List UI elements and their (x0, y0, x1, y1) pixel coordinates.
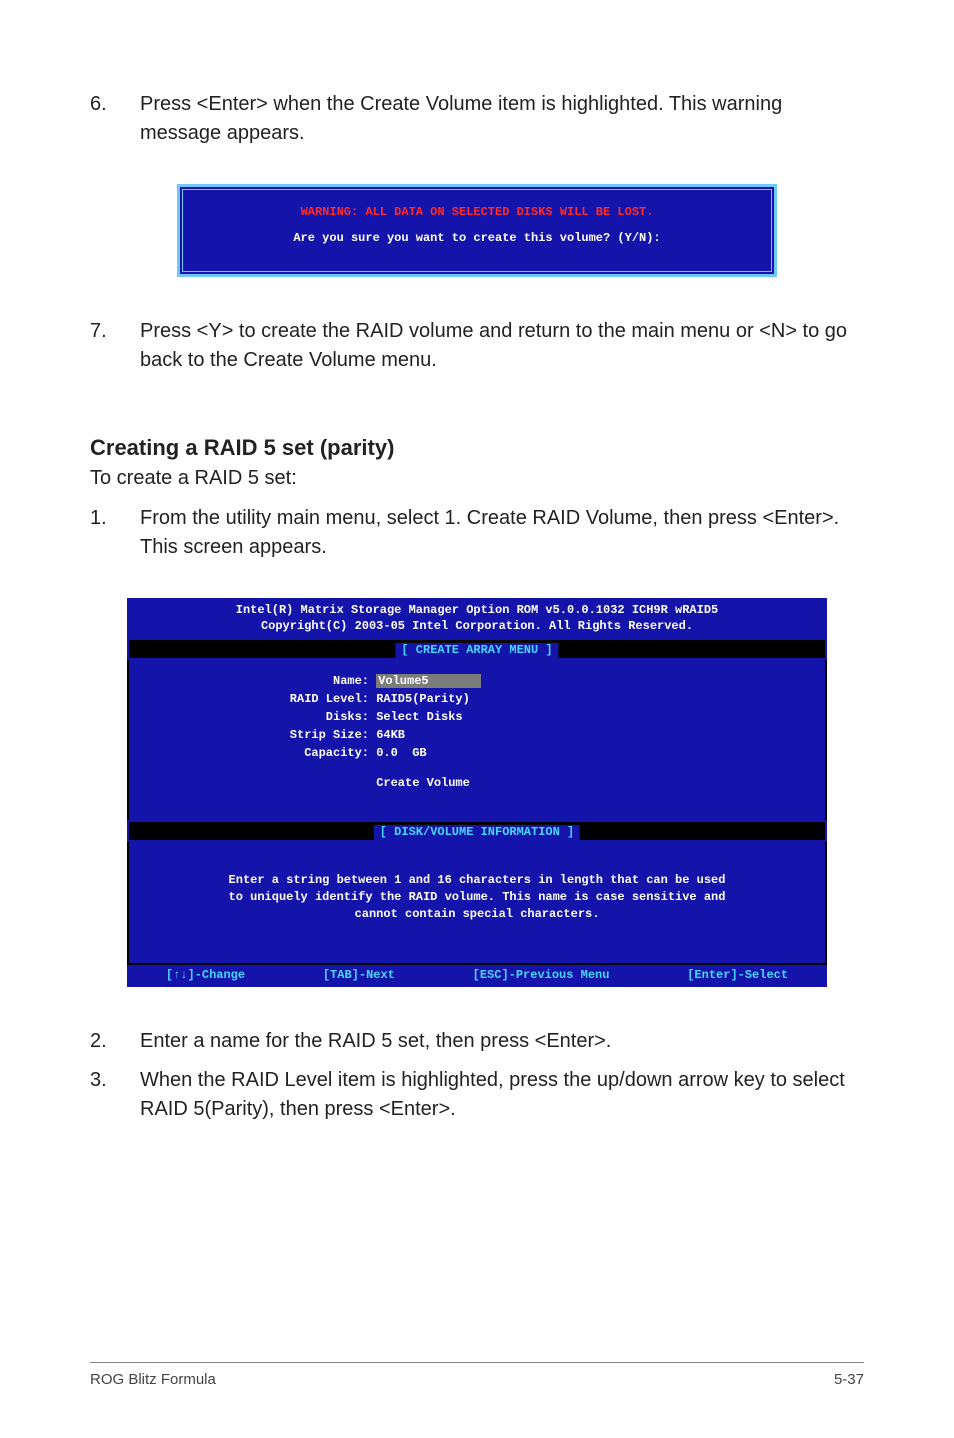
field-name-label: Name: (139, 672, 369, 690)
key-select: [Enter]-Select (687, 968, 788, 982)
field-capacity-row: Capacity: 0.0 GB (129, 744, 825, 762)
step-7-num: 7. (90, 317, 140, 375)
disk-volume-info-area: Enter a string between 1 and 16 characte… (127, 842, 827, 964)
page-footer: ROG Blitz Formula 5-37 (90, 1362, 864, 1388)
bios-header-line1: Intel(R) Matrix Storage Manager Option R… (133, 602, 821, 618)
step-7-text: Press <Y> to create the RAID volume and … (140, 317, 864, 375)
step-6-num: 6. (90, 90, 140, 148)
step-7: 7. Press <Y> to create the RAID volume a… (90, 317, 864, 375)
create-array-legend-text: [ CREATE ARRAY MENU ] (395, 643, 558, 658)
field-strip-size-row: Strip Size: 64KB (129, 726, 825, 744)
warning-confirm-text: Are you sure you want to create this vol… (195, 228, 759, 248)
field-capacity-label: Capacity: (139, 744, 369, 762)
create-array-form: Name: Volume5 RAID Level: RAID5(Parity) … (127, 660, 827, 820)
step-2-text: Enter a name for the RAID 5 set, then pr… (140, 1027, 864, 1056)
field-disks-row: Disks: Select Disks (129, 708, 825, 726)
step-3-text: When the RAID Level item is highlighted,… (140, 1066, 864, 1124)
disk-volume-legend-text: [ DISK/VOLUME INFORMATION ] (374, 825, 580, 840)
bios-create-array-screen: Intel(R) Matrix Storage Manager Option R… (127, 598, 827, 987)
step-3-num: 3. (90, 1066, 140, 1124)
step-2-num: 2. (90, 1027, 140, 1056)
field-strip-size-label: Strip Size: (139, 726, 369, 744)
footer-right: 5-37 (834, 1371, 864, 1388)
field-name-value[interactable]: Volume5 (376, 674, 481, 688)
bios-header-line2: Copyright(C) 2003-05 Intel Corporation. … (133, 618, 821, 634)
step-6: 6. Press <Enter> when the Create Volume … (90, 90, 864, 148)
section-subtitle: To create a RAID 5 set: (90, 467, 864, 490)
step-1-text: From the utility main menu, select 1. Cr… (140, 504, 864, 562)
disk-volume-legend-bar: [ DISK/VOLUME INFORMATION ] (127, 820, 827, 842)
field-disks-label: Disks: (139, 708, 369, 726)
step-6-text: Press <Enter> when the Create Volume ite… (140, 90, 864, 148)
step-2: 2. Enter a name for the RAID 5 set, then… (90, 1027, 864, 1056)
key-prev-menu: [ESC]-Previous Menu (473, 968, 610, 982)
field-strip-size-value[interactable]: 64KB (376, 728, 405, 742)
create-volume-row: Create Volume (129, 774, 825, 792)
footer-left: ROG Blitz Formula (90, 1371, 216, 1388)
step-1-num: 1. (90, 504, 140, 562)
field-raid-level-row: RAID Level: RAID5(Parity) (129, 690, 825, 708)
field-disks-value[interactable]: Select Disks (376, 710, 462, 724)
warning-lost-data-text: WARNING: ALL DATA ON SELECTED DISKS WILL… (195, 202, 759, 222)
info-line-2: to uniquely identify the RAID volume. Th… (147, 889, 807, 906)
info-line-3: cannot contain special characters. (147, 906, 807, 923)
field-capacity-value[interactable]: 0.0 GB (376, 746, 426, 760)
key-next: [TAB]-Next (323, 968, 395, 982)
bios-warning-inner: WARNING: ALL DATA ON SELECTED DISKS WILL… (182, 189, 772, 272)
section-title: Creating a RAID 5 set (parity) (90, 435, 864, 461)
key-hint-bar: [↑↓]-Change [TAB]-Next [ESC]-Previous Me… (127, 965, 827, 987)
field-raid-level-value[interactable]: RAID5(Parity) (376, 692, 470, 706)
create-volume-action[interactable]: Create Volume (376, 776, 470, 790)
bios-header: Intel(R) Matrix Storage Manager Option R… (127, 598, 827, 638)
field-raid-level-label: RAID Level: (139, 690, 369, 708)
field-name-row: Name: Volume5 (129, 672, 825, 690)
info-line-1: Enter a string between 1 and 16 characte… (147, 872, 807, 889)
key-change: [↑↓]-Change (166, 968, 245, 982)
step-1: 1. From the utility main menu, select 1.… (90, 504, 864, 562)
bios-warning-dialog: WARNING: ALL DATA ON SELECTED DISKS WILL… (177, 184, 777, 277)
create-array-legend-bar: [ CREATE ARRAY MENU ] (127, 638, 827, 660)
step-3: 3. When the RAID Level item is highlight… (90, 1066, 864, 1124)
